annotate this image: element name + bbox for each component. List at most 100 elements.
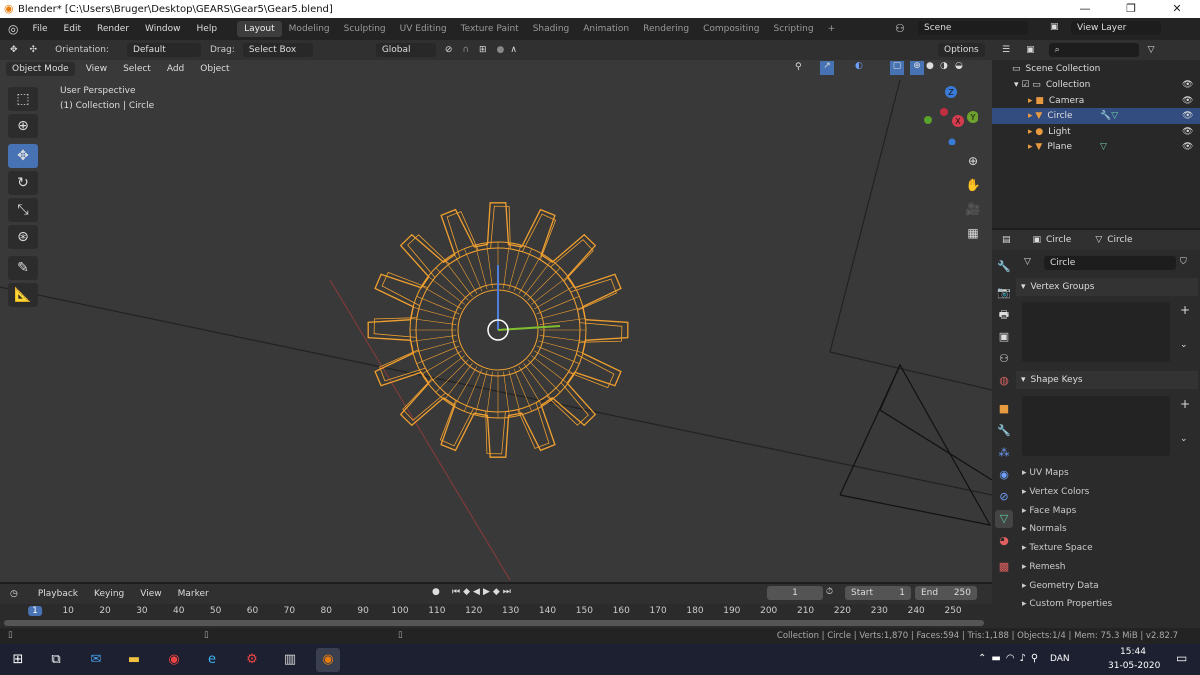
scale-tool[interactable]: ⤡ bbox=[8, 198, 38, 222]
menu-render[interactable]: Render bbox=[89, 24, 137, 34]
menu-help[interactable]: Help bbox=[189, 24, 226, 34]
cursor-tool[interactable]: ⊕ bbox=[8, 114, 38, 138]
mode-dropdown[interactable]: Object Mode bbox=[6, 62, 75, 76]
view-layer-tab-icon[interactable]: ▣ bbox=[995, 328, 1013, 346]
tab-texture-paint[interactable]: Texture Paint bbox=[454, 21, 526, 37]
panel-shape-keys[interactable]: ▾ Shape Keys bbox=[1016, 371, 1198, 389]
add-workspace-button[interactable]: + bbox=[821, 21, 843, 37]
shape-keys-list[interactable] bbox=[1022, 396, 1170, 456]
measure-tool[interactable]: 📐 bbox=[8, 283, 38, 307]
eye-icon[interactable]: 👁 bbox=[1182, 80, 1193, 90]
scene-tab-icon[interactable]: ⚇ bbox=[995, 350, 1013, 368]
start-frame-field[interactable]: Start 1 bbox=[845, 586, 911, 600]
display-mode-icon[interactable]: ☰ bbox=[1002, 45, 1010, 55]
mail-icon[interactable]: ✉ bbox=[84, 648, 108, 672]
texture-tab-icon[interactable]: ▩ bbox=[995, 558, 1013, 576]
eye-icon[interactable]: 👁 bbox=[1182, 127, 1193, 137]
proportional-edit-icon[interactable]: ● bbox=[497, 45, 505, 55]
file-explorer-icon[interactable]: ▬ bbox=[122, 648, 146, 672]
blender-taskbar-icon[interactable]: ◉ bbox=[316, 648, 340, 672]
tray-icons[interactable]: ⌃▬◠♪⚲ bbox=[978, 653, 1043, 664]
world-tab-icon[interactable]: ◍ bbox=[995, 372, 1013, 390]
select-box-tool[interactable]: ⬚ bbox=[8, 87, 38, 111]
wireframe-shading-icon[interactable]: ⊕ bbox=[910, 61, 924, 75]
material-shading-icon[interactable]: ◑ bbox=[940, 61, 948, 71]
audio-app-icon[interactable]: ▥ bbox=[278, 648, 302, 672]
panel-texture-space[interactable]: ▸ Texture Space bbox=[1022, 543, 1192, 553]
end-frame-field[interactable]: End 250 bbox=[915, 586, 977, 600]
output-tab-icon[interactable]: 🖶 bbox=[995, 306, 1013, 324]
menu-edit[interactable]: Edit bbox=[56, 24, 89, 34]
panel-uv-maps[interactable]: ▸ UV Maps bbox=[1022, 468, 1192, 478]
scene-selector[interactable]: Scene bbox=[918, 21, 1028, 35]
transform-orientation-dropdown[interactable]: Global bbox=[375, 43, 436, 57]
notifications-icon[interactable]: ▭ bbox=[1176, 651, 1187, 665]
outliner-item-camera[interactable]: ▸ ■ Camera 👁 bbox=[992, 93, 1200, 109]
outliner-item-circle[interactable]: ▸ ▼ Circle 🔧▽ 👁 bbox=[992, 108, 1200, 124]
eye-icon[interactable]: 👁 bbox=[1182, 96, 1193, 106]
eye-icon[interactable]: 👁 bbox=[1182, 111, 1193, 121]
tab-scripting[interactable]: Scripting bbox=[767, 21, 821, 37]
material-tab-icon[interactable]: ◕ bbox=[995, 532, 1013, 550]
ortho-grid-icon[interactable]: ▦ bbox=[962, 222, 984, 244]
panel-custom-properties[interactable]: ▸ Custom Properties bbox=[1022, 599, 1192, 609]
app-icon[interactable]: ⚙ bbox=[240, 648, 264, 672]
fake-user-icon[interactable]: ⛉ bbox=[1180, 257, 1187, 267]
panel-geometry-data[interactable]: ▸ Geometry Data bbox=[1022, 581, 1192, 591]
options-dropdown[interactable]: Options bbox=[938, 43, 985, 57]
tab-modeling[interactable]: Modeling bbox=[282, 21, 337, 37]
outliner-item-collection[interactable]: ▾ ☑ ▭ Collection 👁 bbox=[992, 77, 1200, 93]
constraints-tab-icon[interactable]: ⊘ bbox=[995, 488, 1013, 506]
tool-tab-icon[interactable]: 🔧 bbox=[995, 258, 1013, 276]
mesh-name-field[interactable]: Circle bbox=[1044, 256, 1176, 270]
panel-face-maps[interactable]: ▸ Face Maps bbox=[1022, 506, 1192, 516]
snap-target-icon[interactable]: ⊞ bbox=[479, 45, 487, 55]
camera-view-icon[interactable]: 🎥 bbox=[962, 198, 984, 220]
object-tab-icon[interactable]: ■ bbox=[995, 400, 1013, 418]
move-tool[interactable]: ✥ bbox=[8, 144, 38, 168]
edge-icon[interactable]: e bbox=[200, 648, 224, 672]
snap-icon[interactable]: ∩ bbox=[462, 45, 469, 55]
panel-remesh[interactable]: ▸ Remesh bbox=[1022, 562, 1192, 572]
transform-tool[interactable]: ⊛ bbox=[8, 225, 38, 249]
vertex-group-menu-icon[interactable]: ⌄ bbox=[1180, 340, 1188, 350]
visibility-icon[interactable]: ⚲ bbox=[795, 62, 802, 72]
current-frame-field[interactable]: 1 bbox=[767, 586, 823, 600]
tab-animation[interactable]: Animation bbox=[576, 21, 636, 37]
falloff-icon[interactable]: ∧ bbox=[510, 45, 517, 55]
render-tab-icon[interactable]: 📷 bbox=[995, 284, 1013, 302]
add-shape-key-button[interactable]: + bbox=[1180, 397, 1190, 411]
gizmo-toggle-icon[interactable]: ↗ bbox=[820, 61, 834, 75]
3d-viewport[interactable]: User Perspective (1) Collection | Circle… bbox=[0, 40, 992, 582]
checkbox-icon[interactable]: ▾ ☑ ▭ bbox=[1014, 80, 1041, 90]
menu-select[interactable]: Select bbox=[115, 64, 159, 74]
blender-menu-icon[interactable]: ◎ bbox=[8, 22, 18, 36]
task-view-icon[interactable]: ⧉ bbox=[44, 648, 68, 672]
add-vertex-group-button[interactable]: + bbox=[1180, 303, 1190, 317]
menu-add[interactable]: Add bbox=[159, 64, 192, 74]
editor-type-icon[interactable]: ◷ bbox=[10, 589, 18, 599]
editor-type-icon[interactable]: ▤ bbox=[1002, 235, 1011, 245]
outliner-item-light[interactable]: ▸ ● Light 👁 bbox=[992, 124, 1200, 140]
filter-icon[interactable]: ▽ bbox=[1148, 45, 1155, 55]
windows-start-icon[interactable]: ⊞ bbox=[6, 648, 30, 672]
rendered-shading-icon[interactable]: ◒ bbox=[955, 61, 963, 71]
transform-tool-icon[interactable]: ✥ bbox=[10, 45, 18, 55]
tab-layout[interactable]: Layout bbox=[237, 21, 282, 37]
tab-uv-editing[interactable]: UV Editing bbox=[393, 21, 454, 37]
panel-normals[interactable]: ▸ Normals bbox=[1022, 524, 1192, 534]
view-layer-selector[interactable]: View Layer bbox=[1071, 21, 1161, 35]
menu-file[interactable]: File bbox=[24, 24, 55, 34]
menu-view[interactable]: View bbox=[132, 589, 169, 599]
vertex-groups-list[interactable] bbox=[1022, 302, 1170, 362]
panel-vertex-groups[interactable]: ▾ Vertex Groups bbox=[1016, 278, 1198, 296]
record-button[interactable]: ● bbox=[432, 587, 440, 597]
maximize-button[interactable]: ❐ bbox=[1108, 0, 1154, 18]
xray-icon[interactable]: ▢ bbox=[890, 61, 904, 75]
outliner-item-plane[interactable]: ▸ ▼ Plane ▽ 👁 bbox=[992, 139, 1200, 155]
chrome-icon[interactable]: ◉ bbox=[162, 648, 186, 672]
minimize-button[interactable]: — bbox=[1062, 0, 1108, 18]
playback-controls[interactable]: ⏮◆◀▶◆⏭ bbox=[452, 587, 514, 597]
shape-key-menu-icon[interactable]: ⌄ bbox=[1180, 434, 1188, 444]
menu-marker[interactable]: Marker bbox=[170, 589, 217, 599]
